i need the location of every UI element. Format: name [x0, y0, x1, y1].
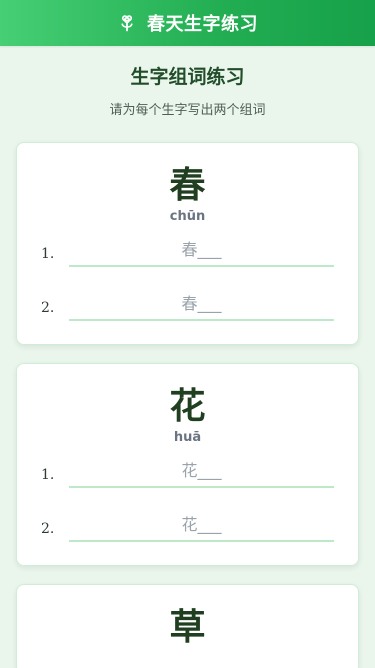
character-pinyin: chūn: [169, 209, 206, 224]
page-title: 生字组词练习: [130, 66, 245, 88]
header-title: 春天生字练习: [147, 14, 258, 35]
practice-character: 草: [169, 606, 206, 648]
row-number: 1.: [41, 246, 55, 262]
char-card-hua: 花 huā 1. 花___ 2. 花___: [16, 363, 359, 566]
row-number: 2.: [41, 521, 55, 537]
character-pinyin: huā: [173, 430, 202, 445]
char-card-cao: 草: [16, 584, 359, 668]
main-content: 生字组词练习 请为每个生字写出两个组词 春 chūn 1. 春___ 2. 春_…: [0, 62, 375, 668]
row-number: 1.: [41, 467, 55, 483]
answer-row-1: 1. 春___: [41, 241, 334, 267]
practice-character: 花: [169, 385, 206, 427]
answer-row-2: 2. 春___: [41, 295, 334, 321]
word-input-1[interactable]: 花___: [69, 462, 334, 488]
page-subtitle: 请为每个生字写出两个组词: [109, 103, 266, 118]
answer-row-2: 2. 花___: [41, 516, 334, 542]
practice-character: 春: [169, 164, 206, 206]
row-number: 2.: [41, 300, 55, 316]
flower-icon: [117, 13, 137, 33]
answer-row-1: 1. 花___: [41, 462, 334, 488]
word-input-2[interactable]: 春___: [69, 295, 334, 321]
word-input-2[interactable]: 花___: [69, 516, 334, 542]
char-card-chun: 春 chūn 1. 春___ 2. 春___: [16, 142, 359, 345]
app-header: 春天生字练习: [0, 0, 375, 46]
word-input-1[interactable]: 春___: [69, 241, 334, 267]
card-list: 春 chūn 1. 春___ 2. 春___ 花 huā 1. 花___ 2. …: [16, 142, 359, 668]
